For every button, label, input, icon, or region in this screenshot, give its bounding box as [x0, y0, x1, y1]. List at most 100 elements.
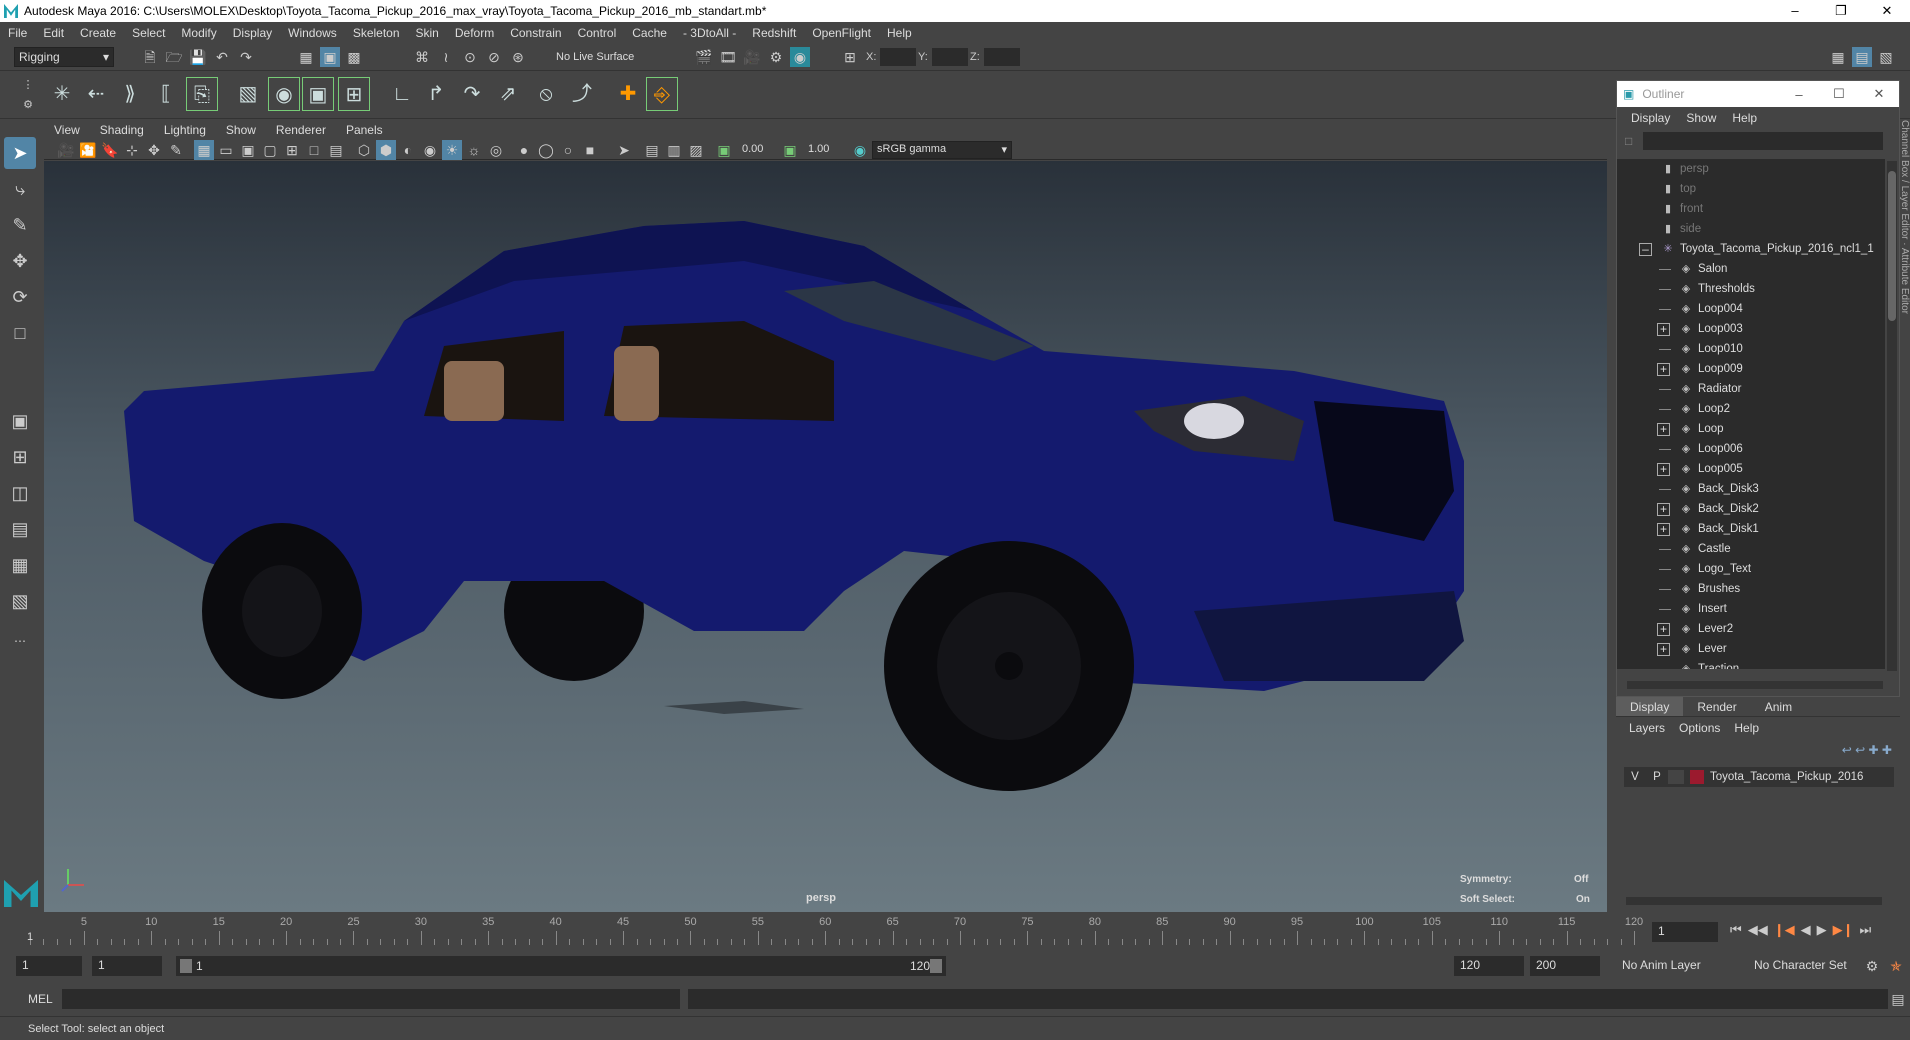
outliner-child-item[interactable]: ◈ Salon [1617, 259, 1885, 279]
range-slider[interactable]: 1 120 [176, 956, 946, 976]
point-constraint-icon[interactable]: ↱ [420, 77, 452, 111]
outliner-child-item[interactable]: + ◈ Lever [1617, 639, 1885, 659]
anti-aliasing-icon[interactable]: ◯ [536, 140, 556, 160]
outliner-menu-1[interactable]: Show [1678, 111, 1724, 125]
outliner-child-item[interactable]: ◈ Castle [1617, 539, 1885, 559]
outliner-root-item[interactable]: – ✳ Toyota_Tacoma_Pickup_2016_ncl1_1 [1617, 239, 1885, 259]
layer-buttons[interactable]: ↩ ↩ ✚ ✚ [1842, 743, 1892, 757]
select-by-component-icon[interactable]: ▩ [344, 47, 364, 67]
shelf-options-icon[interactable]: ⋮ [18, 75, 38, 95]
side-tabs[interactable]: Channel Box / Layer Editor · Attribute E… [1899, 120, 1910, 520]
resolution-gate-icon[interactable]: ▣ [238, 140, 258, 160]
screen-space-ao-icon[interactable]: ◎ [486, 140, 506, 160]
snap-view-icon[interactable]: ⊘ [484, 47, 504, 67]
outliner-child-item[interactable]: ◈ Loop010 [1617, 339, 1885, 359]
restore-icon[interactable]: ❐ [1818, 0, 1864, 22]
scale-constraint-icon[interactable]: ⇗ [492, 77, 524, 111]
outliner-child-item[interactable]: ◈ Insert [1617, 599, 1885, 619]
modeling-toolkit-icon[interactable]: ▦ [1828, 47, 1848, 67]
collapse-icon[interactable]: – [1639, 242, 1652, 256]
hypershade-icon[interactable]: ◉ [790, 47, 810, 67]
outliner-child-item[interactable]: ◈ Logo_Text [1617, 559, 1885, 579]
scrollbar-thumb[interactable] [1888, 171, 1896, 321]
wireframe-on-shaded-icon[interactable]: ◐ [398, 140, 418, 160]
panel-menu-4[interactable]: Renderer [266, 123, 336, 137]
anim-layer-dropdown[interactable]: No Anim Layer [1618, 956, 1740, 976]
hypershade-layout-icon[interactable]: ▧ [4, 585, 36, 617]
menu-1[interactable]: Edit [35, 26, 72, 40]
expand-icon[interactable]: + [1657, 322, 1670, 336]
time-ruler[interactable]: 5 10 15 20 25 30 35 40 45 50 55 60 65 70 75 80 85 90 95 100… [22, 913, 1643, 947]
wireframe-icon[interactable]: ⬡ [354, 140, 374, 160]
smooth-shade-icon[interactable]: ⬢ [376, 140, 396, 160]
outliner-child-item[interactable]: + ◈ Back_Disk2 [1617, 499, 1885, 519]
exposure-value[interactable]: 0.00 [742, 143, 763, 155]
outliner-child-item[interactable]: ◈ Thresholds [1617, 279, 1885, 299]
gamma-value[interactable]: 1.00 [808, 143, 829, 155]
smooth-bind-icon[interactable]: ◉ [268, 77, 300, 111]
layer-tab-2[interactable]: Anim [1751, 697, 1806, 716]
undo-icon[interactable]: ↶ [212, 47, 232, 67]
menu-set-dropdown[interactable]: Rigging ▾ [14, 47, 114, 67]
redo-icon[interactable]: ↷ [236, 47, 256, 67]
outliner-camera-item[interactable]: ▮ side [1617, 219, 1885, 239]
command-language-label[interactable]: MEL [28, 992, 53, 1006]
pole-vector-icon[interactable]: ⤴ [566, 77, 598, 111]
layer-tab-0[interactable]: Display [1616, 697, 1684, 716]
film-gate-icon[interactable]: ▭ [216, 140, 236, 160]
expand-icon[interactable]: + [1657, 462, 1670, 476]
outliner-menu-0[interactable]: Display [1623, 111, 1678, 125]
xray-joints-icon[interactable]: ▤ [642, 140, 662, 160]
step-back-frame-icon[interactable]: ❙◀ [1774, 922, 1795, 938]
menu-6[interactable]: Windows [280, 26, 345, 40]
maximize-icon[interactable]: ☐ [1819, 86, 1859, 102]
open-scene-icon[interactable]: 🗁 [164, 47, 184, 67]
color-management-icon[interactable]: ◉ [850, 140, 870, 160]
character-set-dropdown[interactable]: No Character Set [1750, 956, 1870, 976]
xray-active-icon[interactable]: ▥ [664, 140, 684, 160]
insert-joint-icon[interactable]: ⇠ [80, 77, 112, 111]
menu-3[interactable]: Select [124, 26, 173, 40]
go-to-start-icon[interactable]: ⏮ [1730, 922, 1742, 938]
set-driven-key-icon[interactable]: ⎆ [646, 77, 678, 111]
isolate-select-icon[interactable]: ➤ [614, 140, 634, 160]
menu-11[interactable]: Control [570, 26, 625, 40]
live-surface-label[interactable]: No Live Surface [556, 51, 634, 63]
four-pane-layout-icon[interactable]: ⊞ [4, 441, 36, 473]
parent-constraint-icon[interactable]: ∟ [386, 77, 418, 111]
layer-visibility[interactable]: V [1624, 771, 1646, 783]
range-end-handle[interactable] [930, 959, 942, 973]
shadows-icon[interactable]: ☼ [464, 140, 484, 160]
outliner-child-item[interactable]: ◈ Loop2 [1617, 399, 1885, 419]
textured-icon[interactable]: ◉ [420, 140, 440, 160]
bind-skin-icon[interactable]: ▧ [232, 77, 264, 111]
side-by-side-layout-icon[interactable]: ◫ [4, 477, 36, 509]
gamma-icon[interactable]: ▣ [780, 140, 800, 160]
shelf-settings-icon[interactable]: ⚙ [18, 95, 38, 115]
expand-icon[interactable]: + [1657, 622, 1670, 636]
menu-10[interactable]: Constrain [502, 26, 569, 40]
time-slider[interactable]: 5 10 15 20 25 30 35 40 45 50 55 60 65 70 75 80 85 90 95 100… [22, 913, 1643, 947]
auto-key-icon[interactable]: ⚙ [1862, 956, 1882, 976]
gate-mask-icon[interactable]: ▢ [260, 140, 280, 160]
snap-grid-icon[interactable]: ⌘ [412, 47, 432, 67]
two-d-pan-icon[interactable]: ✥ [144, 140, 164, 160]
ipr-render-icon[interactable]: 🎥 [742, 47, 762, 67]
safe-action-icon[interactable]: □ [304, 140, 324, 160]
outliner-child-item[interactable]: ◈ Radiator [1617, 379, 1885, 399]
mirror-joint-icon[interactable]: ⟫ [114, 77, 146, 111]
create-joints-icon[interactable]: ✳ [46, 77, 78, 111]
layer-row[interactable]: V P Toyota_Tacoma_Pickup_2016 [1624, 767, 1894, 787]
menu-9[interactable]: Deform [447, 26, 502, 40]
expand-icon[interactable]: + [1657, 642, 1670, 656]
outliner-child-item[interactable]: + ◈ Back_Disk1 [1617, 519, 1885, 539]
filter-icon[interactable]: □ [1625, 134, 1632, 148]
preferences-icon[interactable]: ✯ [1886, 956, 1906, 976]
locator-icon[interactable]: ✚ [612, 77, 644, 111]
outliner-camera-item[interactable]: ▮ front [1617, 199, 1885, 219]
outliner-child-item[interactable]: ◈ Traction [1617, 659, 1885, 669]
channel-box-icon[interactable]: ▤ [1852, 47, 1872, 67]
x-field[interactable] [880, 48, 916, 66]
perspective-viewport[interactable]: persp Symmetry: Off Soft Select: On [44, 161, 1607, 912]
panel-menu-2[interactable]: Lighting [154, 123, 216, 137]
